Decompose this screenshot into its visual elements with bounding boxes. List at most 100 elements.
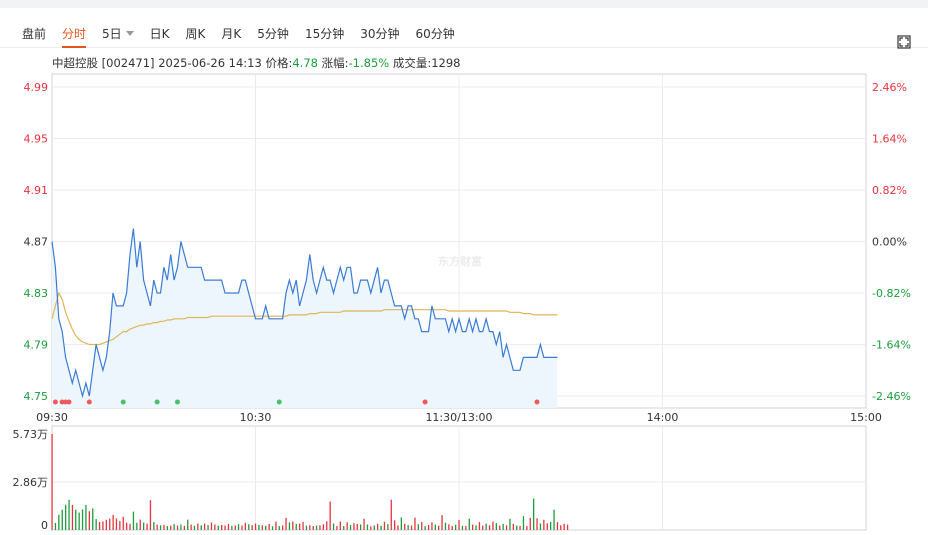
volume-bar: [210, 522, 213, 530]
volume-bar: [373, 525, 375, 530]
volume-bar: [441, 515, 443, 530]
volume-bar: [468, 518, 470, 530]
volume-tick-label: 0: [41, 519, 48, 532]
volume-bar: [282, 525, 284, 530]
volume-bar: [126, 522, 128, 530]
percent-tick-label: -0.82%: [872, 287, 911, 300]
percent-tick-label: 2.46%: [872, 81, 907, 94]
volume-bar: [153, 522, 155, 530]
volume-bar: [254, 523, 257, 530]
volume-bar: [231, 525, 233, 530]
time-tick-label: 14:00: [647, 411, 679, 424]
volume-bar: [292, 521, 294, 530]
trade-marker: [120, 399, 126, 405]
volume-bar: [512, 523, 514, 530]
volume-bar: [65, 504, 67, 530]
volume-bar: [526, 526, 528, 530]
volume-bar: [566, 524, 569, 530]
volume-bar: [98, 522, 101, 530]
volume-bar: [349, 525, 352, 530]
volume-bar: [214, 524, 216, 530]
volume-bar: [163, 524, 165, 530]
volume-bar: [533, 498, 535, 530]
volume-bar: [156, 524, 158, 530]
trade-marker: [52, 399, 58, 405]
volume-bar: [550, 522, 552, 530]
trade-marker: [86, 399, 92, 405]
volume-bar: [244, 522, 246, 530]
volume-bar: [495, 523, 497, 530]
volume-bar: [71, 504, 74, 530]
trade-marker: [422, 399, 428, 405]
percent-tick-label: 0.00%: [872, 236, 907, 249]
intraday-chart[interactable]: 4.99 2.46% 4.95 1.64% 4.91 0.82% 4.87 0.00% 4.83…: [0, 0, 928, 535]
volume-bar: [234, 525, 236, 530]
price-tick-label: 4.79: [24, 339, 49, 352]
volume-bar: [295, 523, 297, 530]
volume-bar: [129, 523, 131, 530]
volume-bar: [346, 522, 348, 530]
volume-bar: [319, 525, 321, 530]
volume-bar: [122, 516, 124, 530]
trade-marker: [534, 399, 540, 405]
volume-bar: [383, 521, 386, 530]
price-tick-label: 4.75: [24, 390, 49, 403]
volume-bar: [197, 523, 199, 530]
volume-bar: [332, 523, 335, 530]
volume-bar: [58, 514, 60, 530]
volume-bar: [75, 509, 77, 530]
volume-bar: [536, 518, 538, 530]
volume-bar: [465, 526, 467, 530]
volume-bar: [224, 525, 226, 530]
volume-bar: [187, 519, 189, 530]
volume-bar: [519, 525, 521, 530]
volume-bar: [207, 525, 209, 530]
volume-bar: [302, 522, 304, 530]
volume-bar: [444, 522, 447, 530]
volume-bar: [68, 499, 70, 530]
volume-bar: [265, 525, 267, 530]
volume-bar: [475, 525, 477, 530]
volume-bar: [102, 521, 104, 530]
time-tick-label: 11:30/13:00: [425, 411, 492, 424]
volume-bar: [143, 522, 145, 530]
volume-bar: [353, 523, 355, 530]
volume-bar: [180, 524, 182, 530]
volume-bar: [366, 524, 369, 530]
volume-bar: [217, 525, 219, 530]
trade-marker: [174, 399, 180, 405]
volume-bar: [509, 518, 511, 530]
volume-bar: [326, 521, 328, 530]
volume-bar: [377, 523, 379, 530]
volume-tick-label: 2.86万: [13, 476, 49, 489]
volume-bar: [516, 525, 518, 530]
volume-bar: [176, 525, 179, 530]
percent-tick-label: 1.64%: [872, 133, 907, 146]
volume-bar: [288, 522, 291, 530]
volume-bar: [81, 509, 84, 530]
volume-bar: [485, 523, 487, 530]
volume-bar: [261, 525, 263, 530]
volume-bar: [159, 525, 162, 530]
volume-bar: [271, 526, 274, 530]
volume-bar: [241, 525, 243, 530]
trade-marker: [154, 399, 160, 405]
volume-bar: [417, 524, 419, 530]
volume-bar: [529, 517, 531, 530]
volume-tick-label: 5.73万: [13, 428, 49, 441]
volume-bar: [455, 524, 457, 530]
volume-bar: [183, 526, 185, 530]
price-tick-label: 4.91: [24, 184, 49, 197]
volume-bar: [275, 521, 277, 530]
volume-bar: [299, 523, 301, 530]
volume-bar: [380, 525, 382, 530]
volume-bar: [356, 524, 358, 530]
volume-bar: [51, 434, 53, 530]
volume-bar: [543, 519, 545, 530]
volume-bar: [339, 521, 341, 530]
volume-bar: [278, 526, 280, 530]
percent-tick-label: -2.46%: [872, 390, 911, 403]
time-tick-label: 10:30: [240, 411, 272, 424]
volume-bar: [421, 522, 423, 530]
volume-bar: [407, 525, 409, 530]
